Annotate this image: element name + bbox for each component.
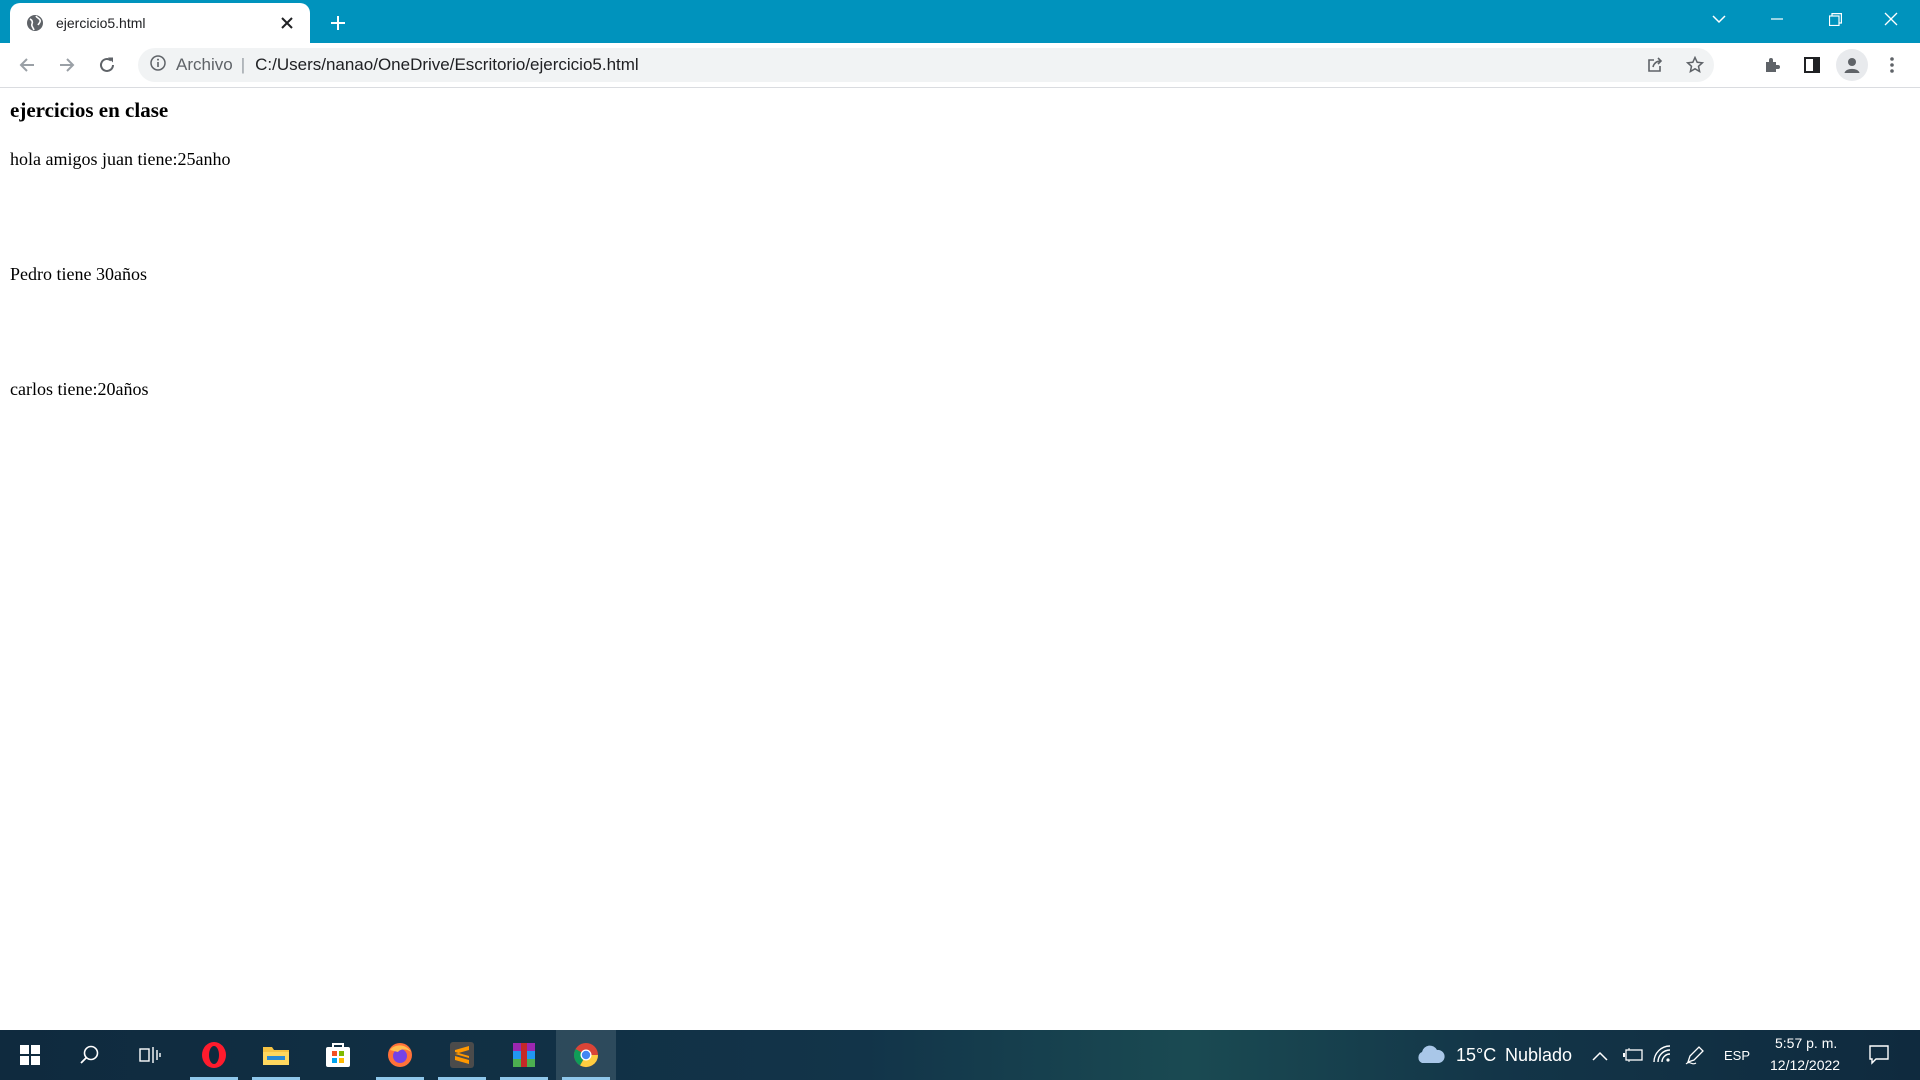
tab-search-icon[interactable]	[1690, 0, 1748, 38]
battery-icon[interactable]	[1622, 1047, 1644, 1066]
start-icon[interactable]	[0, 1030, 60, 1080]
globe-icon	[26, 14, 44, 32]
share-icon[interactable]	[1638, 48, 1672, 82]
language-indicator[interactable]: ESP	[1724, 1048, 1750, 1063]
tab-title: ejercicio5.html	[56, 15, 146, 31]
clock-time[interactable]: 5:57 p. m.	[1775, 1035, 1837, 1051]
task-view-icon[interactable]	[120, 1030, 180, 1080]
page-heading: ejercicios en clase	[10, 98, 169, 122]
text-line-carlos: carlos tiene:20años	[10, 379, 149, 399]
weather-condition[interactable]: Nublado	[1505, 1045, 1572, 1066]
browser-toolbar: Archivo | C:/Users/nanao/OneDrive/Escrit…	[0, 43, 1920, 88]
text-line-juan: hola amigos juan tiene:25anho	[10, 149, 231, 169]
close-window-icon[interactable]	[1862, 0, 1920, 38]
forward-icon[interactable]	[51, 49, 83, 81]
weather-temp[interactable]: 15°C	[1456, 1045, 1496, 1066]
chevron-up-icon[interactable]	[1592, 1047, 1608, 1066]
info-icon[interactable]	[150, 54, 166, 76]
url-text[interactable]: C:/Users/nanao/OneDrive/Escritorio/ejerc…	[255, 55, 639, 75]
windows-taskbar: 15°C Nublado ESP 5:57 p. m. 12/12/2022	[0, 1030, 1920, 1080]
extensions-icon[interactable]	[1756, 49, 1788, 81]
scheme-chip: Archivo	[176, 55, 233, 74]
new-tab-button[interactable]	[324, 9, 352, 37]
page-content: ejercicios en clase hola amigos juan tie…	[0, 88, 1920, 1030]
text-line-pedro: Pedro tiene 30años	[10, 264, 147, 284]
bookmark-star-icon[interactable]	[1678, 48, 1712, 82]
minimize-icon[interactable]	[1748, 0, 1806, 38]
search-icon[interactable]	[60, 1030, 120, 1080]
profile-avatar-icon[interactable]	[1836, 49, 1868, 81]
restore-icon[interactable]	[1806, 0, 1864, 38]
file-explorer-icon[interactable]	[246, 1030, 306, 1080]
firefox-icon[interactable]	[370, 1030, 430, 1080]
sublime-text-icon[interactable]	[432, 1030, 492, 1080]
side-panel-icon[interactable]	[1796, 49, 1828, 81]
opera-icon[interactable]	[184, 1030, 244, 1080]
clock-date[interactable]: 12/12/2022	[1770, 1057, 1840, 1073]
winrar-icon[interactable]	[494, 1030, 554, 1080]
address-bar[interactable]: Archivo | C:/Users/nanao/OneDrive/Escrit…	[138, 48, 1714, 82]
pen-icon[interactable]	[1684, 1044, 1706, 1070]
chrome-icon[interactable]	[556, 1030, 616, 1080]
reload-icon[interactable]	[91, 49, 123, 81]
browser-tab[interactable]: ejercicio5.html	[10, 3, 310, 43]
wifi-icon[interactable]	[1652, 1044, 1672, 1068]
close-tab-icon[interactable]	[278, 14, 296, 32]
address-separator: |	[240, 55, 246, 74]
notifications-icon[interactable]	[1868, 1044, 1890, 1070]
store-icon[interactable]	[308, 1030, 368, 1080]
cloud-icon[interactable]	[1414, 1043, 1446, 1069]
back-icon[interactable]	[11, 49, 43, 81]
tab-strip: ejercicio5.html	[0, 0, 1920, 43]
more-menu-icon[interactable]	[1876, 49, 1908, 81]
